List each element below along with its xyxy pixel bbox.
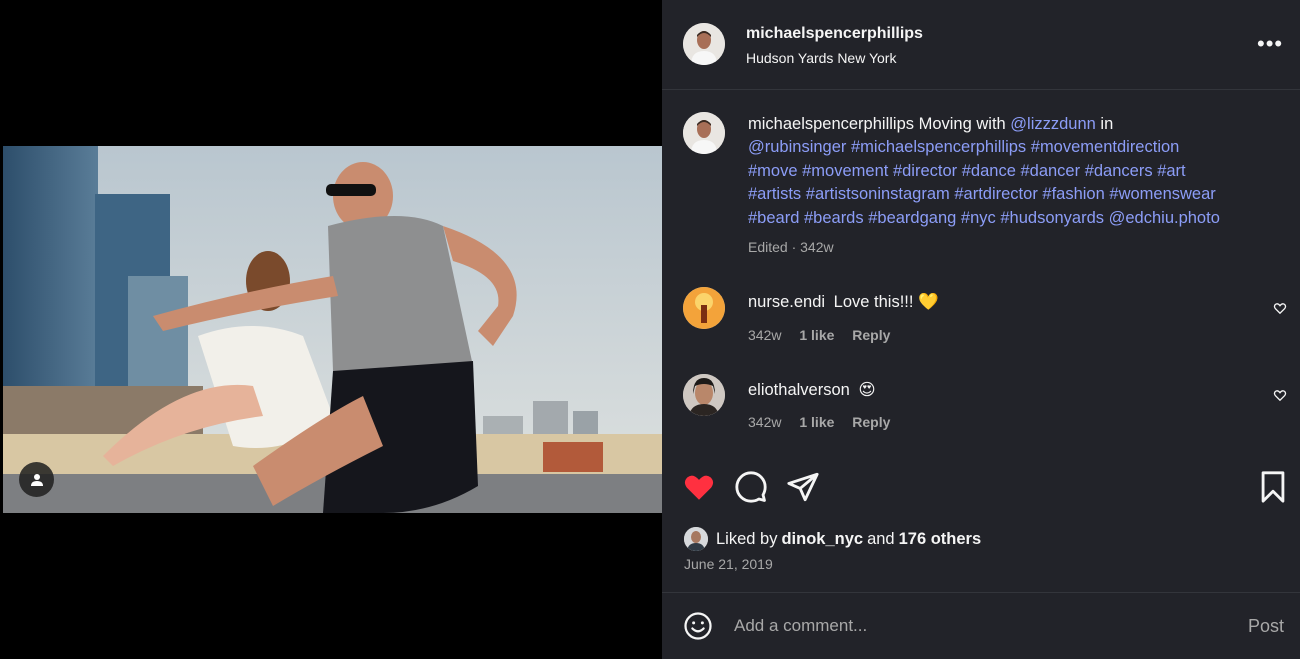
media-pane [0,0,662,659]
post-actions [662,470,1300,510]
hashtag[interactable]: #fashion [1042,185,1104,203]
comment-bubble-icon[interactable] [734,470,768,509]
commenter-avatar-image [683,287,725,329]
comment-username[interactable]: eliothalverson [748,381,850,399]
comment-age: 342w [748,414,782,430]
comment-text-row: nurse.endi Love this!!! 💛 [748,293,939,312]
share-paper-plane-icon[interactable] [786,470,820,509]
photo-illustration [3,146,662,513]
comment-text: 😍 [858,381,876,399]
hashtag[interactable]: #artdirector [954,185,1037,203]
comment-meta: 342w 1 like Reply [748,327,904,343]
post-comment-button[interactable]: Post [1248,616,1284,637]
comment-text-row: eliothalverson 😍 [748,380,876,400]
comment-meta: 342w 1 like Reply [748,414,904,430]
author-avatar-image [683,23,725,65]
comment-input[interactable] [734,613,1214,639]
comment-likes[interactable]: 1 like [799,327,834,343]
hashtag[interactable]: #dance [962,162,1016,180]
hashtag[interactable]: #nyc [961,209,996,227]
comment-reply-button[interactable]: Reply [852,414,890,430]
hashtag[interactable]: #michaelspencerphillips [851,138,1026,156]
tagged-users-button[interactable] [19,462,54,497]
comment-reply-button[interactable]: Reply [852,327,890,343]
person-icon [30,473,43,486]
liker-avatar-image [684,527,708,551]
commenter-avatar-image [683,374,725,416]
liked-by-prefix: Liked by [716,529,778,548]
caption-text: Moving with [914,115,1011,133]
post-location[interactable]: Hudson Yards New York [746,50,896,66]
liked-by-row: Liked by dinok_nyc and 176 others [684,526,981,552]
comment-composer: Post [662,592,1300,659]
hashtag[interactable]: #beards [804,209,864,227]
liked-by-and: and [867,529,895,548]
liker-avatar[interactable] [684,527,708,551]
comment-age: 342w [748,327,782,343]
comment-item: eliothalverson 😍 342w 1 like Reply [662,374,1300,444]
author-avatar[interactable] [683,23,725,65]
hashtag[interactable]: #womenswear [1109,185,1215,203]
hashtag[interactable]: #dancer [1020,162,1080,180]
hashtag[interactable]: #director [893,162,957,180]
comment-like-heart-icon[interactable] [1273,388,1287,407]
comment-text: Love this!!! 💛 [833,293,939,311]
hashtag[interactable]: #artistsoninstagram [806,185,950,203]
hashtag[interactable]: #move [748,162,798,180]
post-date[interactable]: June 21, 2019 [684,556,773,572]
more-options-icon[interactable]: ••• [1257,33,1283,55]
liked-by-user[interactable]: dinok_nyc [781,530,863,549]
comment-like-heart-icon[interactable] [1273,301,1287,320]
liked-by-others[interactable]: 176 others [899,530,982,549]
hashtag[interactable]: #dancers [1085,162,1153,180]
caption-mention[interactable]: @edchiu.photo [1109,209,1220,227]
hashtag[interactable]: #artists [748,185,801,203]
comment-likes[interactable]: 1 like [799,414,834,430]
caption-author-avatar-image [683,112,725,154]
hashtag[interactable]: #beardgang [868,209,956,227]
post-caption: michaelspencerphillips Moving with @lizz… [748,113,1278,230]
comment-username[interactable]: nurse.endi [748,293,825,311]
hashtag[interactable]: #beard [748,209,799,227]
like-heart-icon[interactable] [682,470,716,509]
caption-text: in [1095,115,1114,133]
save-bookmark-icon[interactable] [1256,470,1290,509]
caption-mention[interactable]: @rubinsinger [748,138,846,156]
hashtag[interactable]: #movementdirection [1031,138,1180,156]
hashtag[interactable]: #hudsonyards [1000,209,1104,227]
commenter-avatar[interactable] [683,374,725,416]
emoji-icon[interactable] [683,611,713,646]
caption-mention[interactable]: @lizzzdunn [1010,115,1096,133]
post-photo[interactable] [3,146,662,513]
caption-username[interactable]: michaelspencerphillips [748,115,914,133]
hashtag[interactable]: #movement [802,162,888,180]
comment-item: nurse.endi Love this!!! 💛 342w 1 like Re… [662,287,1300,357]
commenter-avatar[interactable] [683,287,725,329]
post-header: michaelspencerphillips Hudson Yards New … [662,0,1300,90]
caption-author-avatar[interactable] [683,112,725,154]
caption-meta: Edited · 342w [748,239,834,255]
hashtag[interactable]: #art [1157,162,1185,180]
post-side-panel: michaelspencerphillips Hudson Yards New … [662,0,1300,659]
author-username[interactable]: michaelspencerphillips [746,25,923,43]
